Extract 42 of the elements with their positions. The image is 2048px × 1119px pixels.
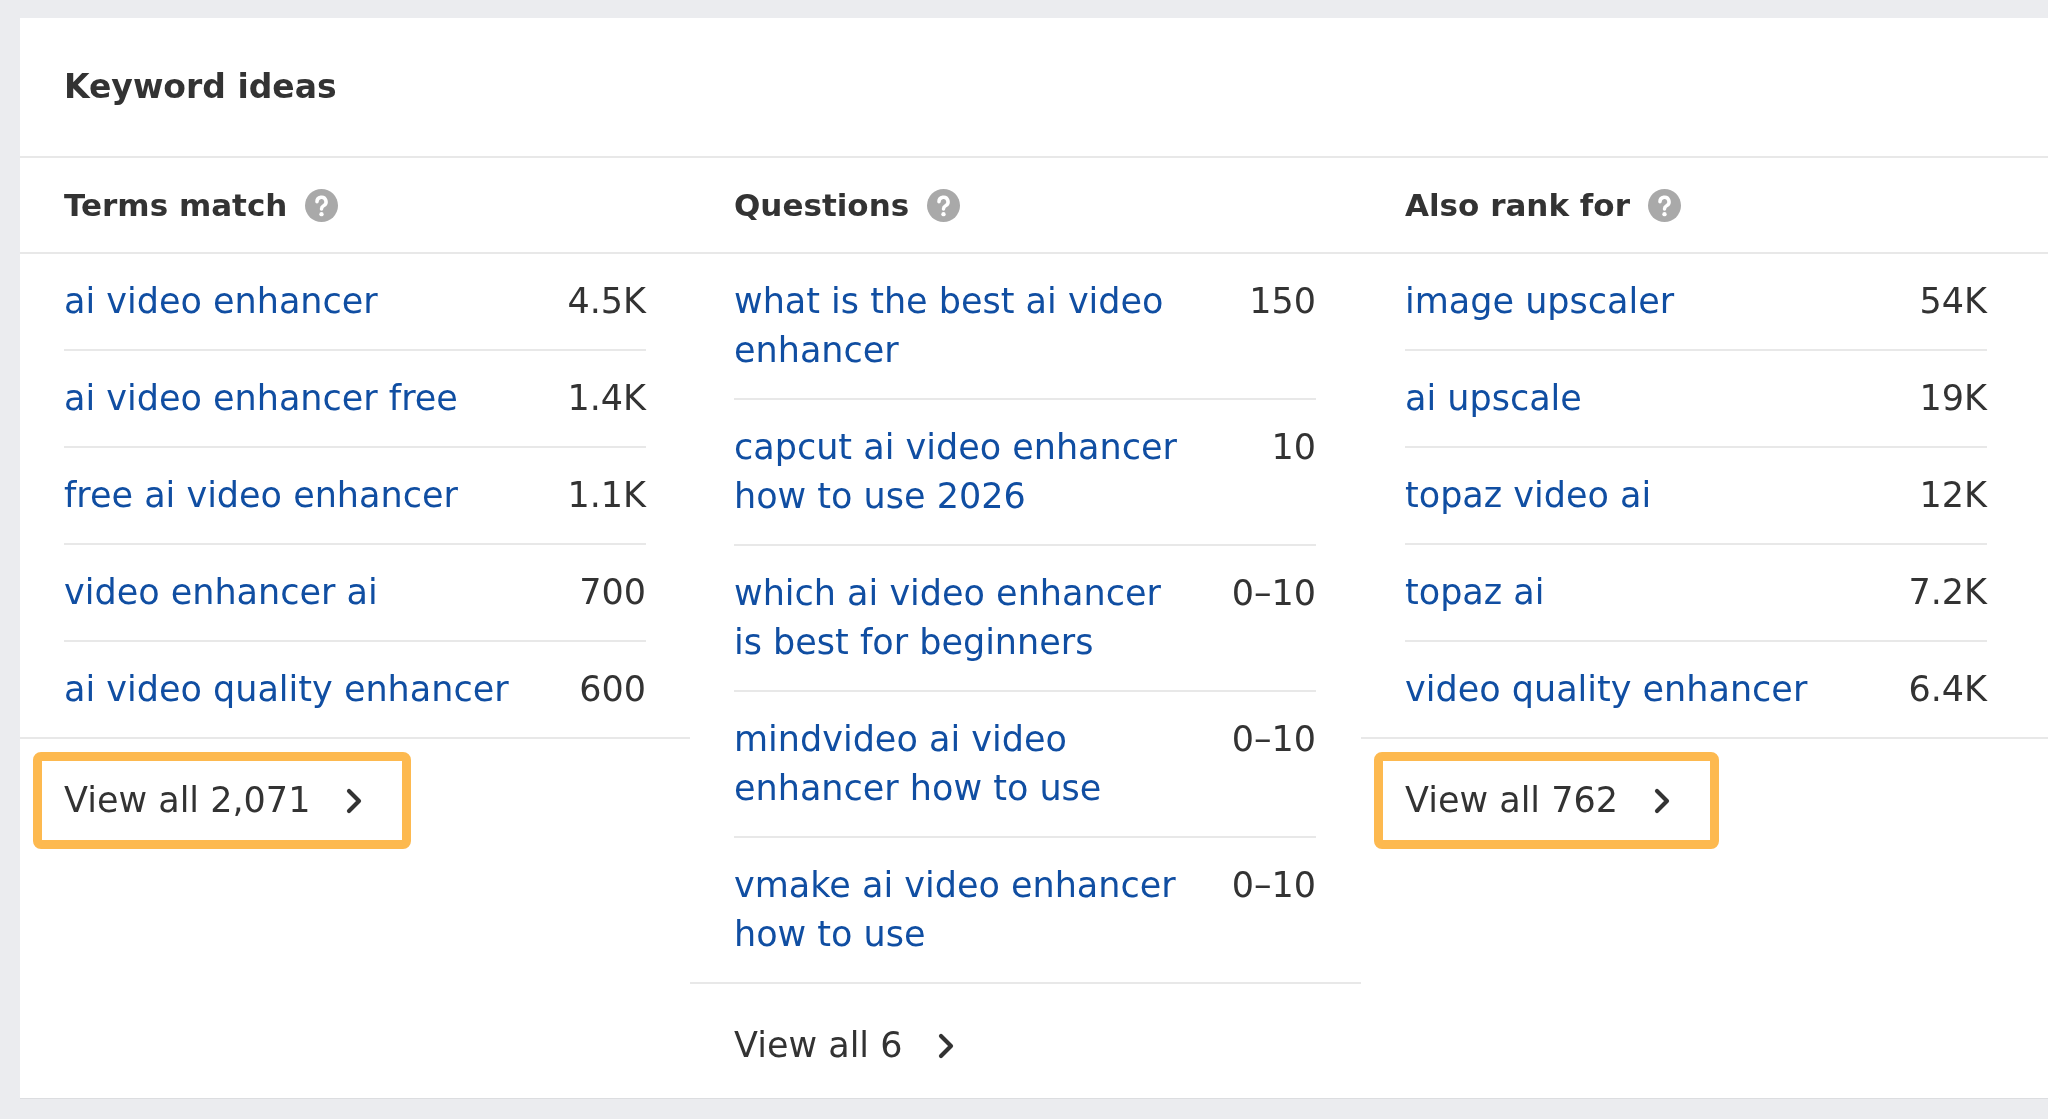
keyword-link[interactable]: ai video enhancer free [64,374,458,423]
keyword-link[interactable]: what is the best ai video enhancer [734,277,1189,375]
help-icon[interactable] [305,188,339,222]
keyword-link[interactable]: video enhancer ai [64,568,378,617]
keyword-link[interactable]: topaz ai [1405,568,1545,617]
keyword-link[interactable]: mindvideo ai video enhancer how to use [734,715,1189,813]
keyword-link[interactable]: video quality enhancer [1405,665,1808,714]
search-volume: 150 [1249,280,1316,323]
keyword-link[interactable]: which ai video enhancer is best for beginners [734,569,1189,667]
keyword-link[interactable]: image upscaler [1405,277,1675,326]
chevron-right-icon [938,1032,955,1059]
keyword-link[interactable]: vmake ai video enhancer how to use [734,861,1189,959]
search-volume: 0–10 [1231,864,1316,907]
search-volume: 10 [1271,426,1316,469]
search-volume: 54K [1919,280,1987,323]
view-all-button[interactable]: View all 762 [1374,752,1719,849]
keyword-link[interactable]: ai video enhancer [64,277,378,326]
search-volume: 600 [579,668,646,711]
help-icon[interactable] [1647,188,1681,222]
keyword-link[interactable]: topaz video ai [1405,471,1652,520]
search-volume: 1.4K [567,377,646,420]
section-title: Terms match [64,186,288,225]
help-icon[interactable] [927,188,961,222]
chevron-right-icon [1654,787,1670,814]
card-title: Keyword ideas [64,66,337,108]
search-volume: 0–10 [1231,572,1316,615]
search-volume: 4.5K [567,280,646,323]
view-all-button[interactable]: View all 2,071 [33,752,412,849]
keyword-link[interactable]: ai upscale [1405,374,1582,423]
search-volume: 700 [579,571,646,614]
search-volume: 1.1K [567,474,646,517]
keyword-link[interactable]: capcut ai video enhancer how to use 2026 [734,423,1189,521]
keyword-link[interactable]: free ai video enhancer [64,471,458,520]
section-title: Questions [734,186,910,225]
search-volume: 0–10 [1231,718,1316,761]
search-volume: 6.4K [1908,668,1987,711]
section-title: Also rank for [1405,186,1630,225]
keyword-link[interactable]: ai video quality enhancer [64,665,509,714]
search-volume: 12K [1919,474,1987,517]
search-volume: 7.2K [1908,571,1987,614]
search-volume: 19K [1919,377,1987,420]
chevron-right-icon [346,787,363,814]
